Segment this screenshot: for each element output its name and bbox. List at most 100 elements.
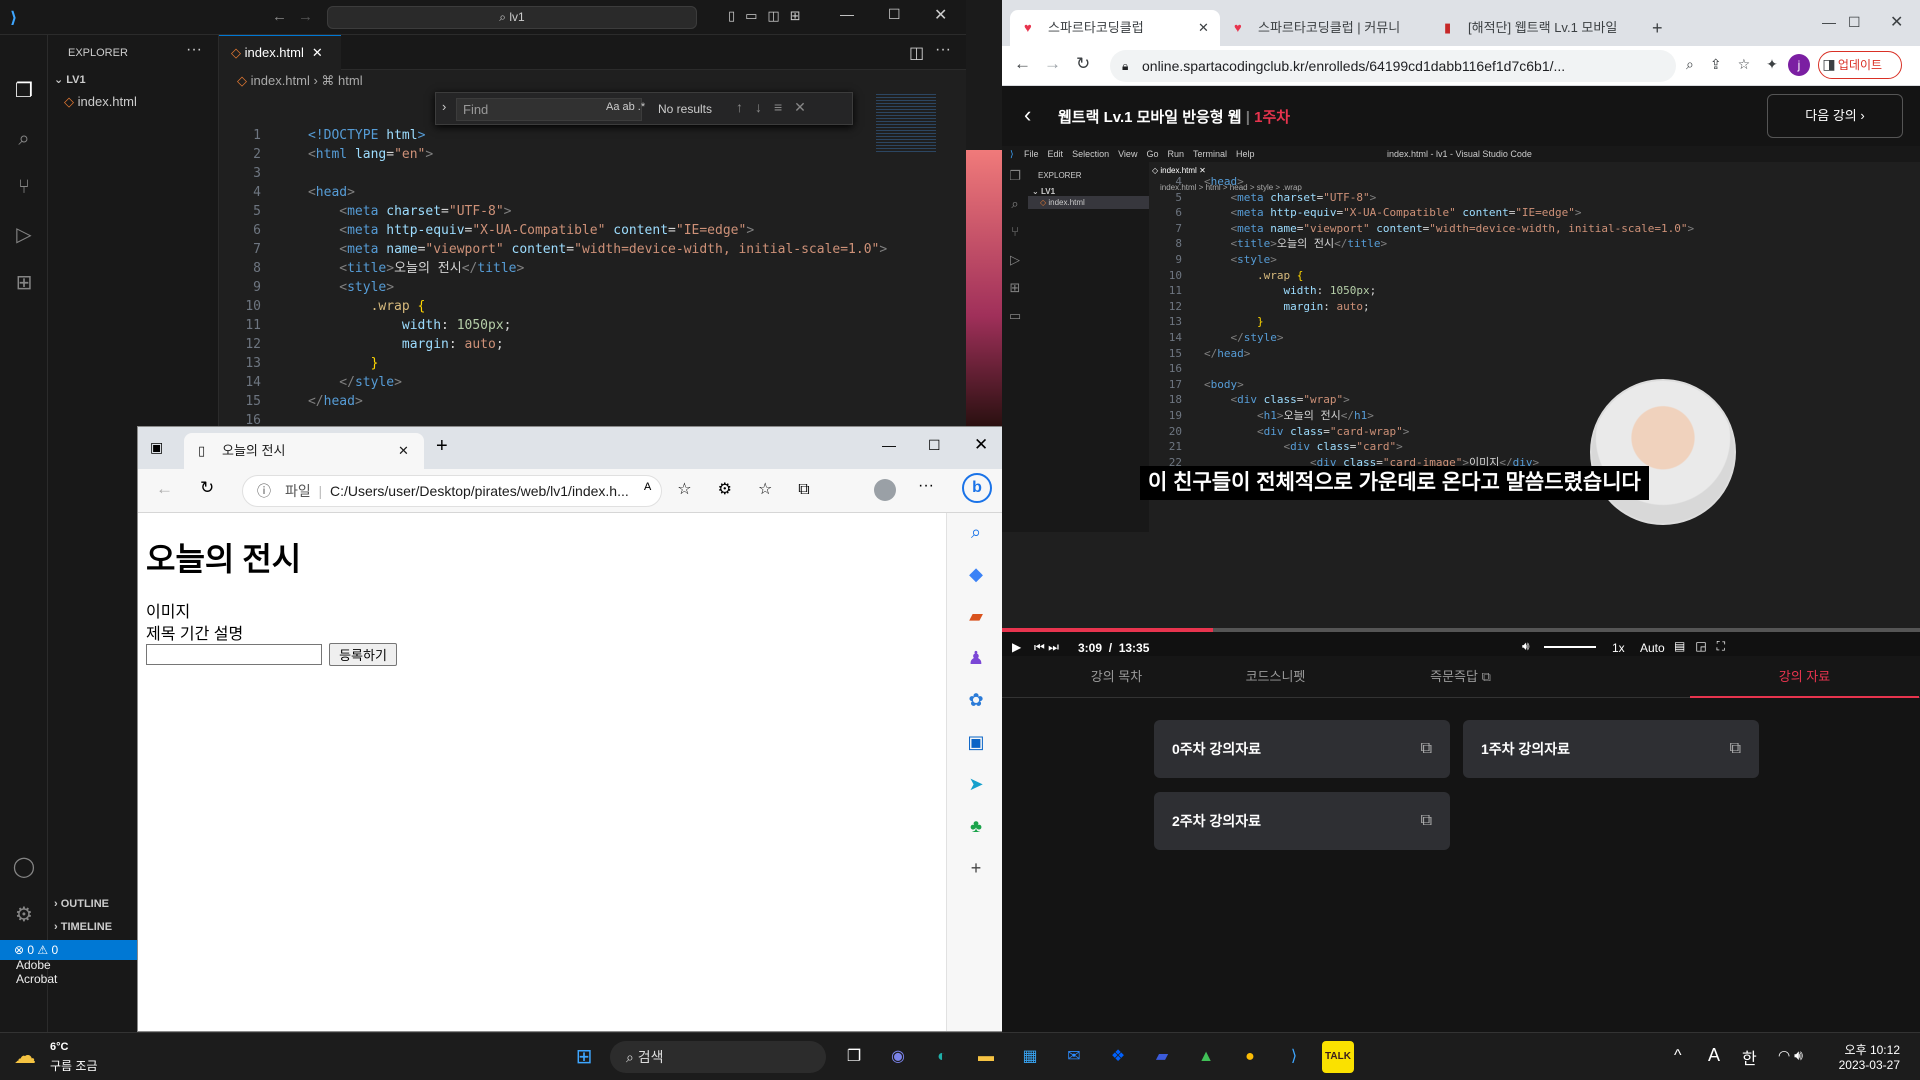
file-index-html[interactable]: ◇ index.html xyxy=(64,94,137,110)
code-line[interactable]: 10 .wrap { xyxy=(219,297,869,316)
outline-section[interactable]: › OUTLINE xyxy=(54,898,109,910)
volume-slider[interactable] xyxy=(1544,646,1596,648)
maximize-button[interactable]: ☐ xyxy=(888,6,901,23)
search-icon[interactable]: ⌕ xyxy=(965,521,987,543)
code-line[interactable]: 1 <!DOCTYPE html> xyxy=(219,126,869,145)
ime-hangul[interactable]: 한 xyxy=(1742,1045,1757,1069)
status-problems[interactable]: ⊗ 0 ⚠ 0 xyxy=(0,940,137,960)
code-editor[interactable]: 1 <!DOCTYPE html> 2 <html lang="en"> 3 4 <… xyxy=(219,126,887,430)
layout-icons[interactable]: ▯▭◫⊞ xyxy=(728,8,811,24)
profile-avatar[interactable]: j xyxy=(1788,54,1810,76)
code-line[interactable]: 7 <meta name="viewport" content="width=d… xyxy=(219,240,887,259)
back-arrow-icon[interactable]: ← xyxy=(1014,54,1031,74)
code-line[interactable]: 8 <title>오늘의 전시</title> xyxy=(219,259,869,278)
register-button[interactable]: 등록하기 xyxy=(329,643,397,666)
split-editor-icon[interactable]: ◫ xyxy=(909,43,924,63)
tab-today-exhibit[interactable]: ▯ 오늘의 전시 ✕ xyxy=(184,433,424,469)
close-tab-icon[interactable]: ✕ xyxy=(398,433,409,469)
games-icon[interactable]: ♟ xyxy=(965,647,987,669)
clock[interactable]: 오후 10:12 2023-03-27 xyxy=(1832,1041,1900,1072)
shopping-tag-icon[interactable]: ◆ xyxy=(965,563,987,585)
update-button[interactable]: 업데이트 xyxy=(1818,51,1902,79)
folder-icon[interactable]: ▬ xyxy=(970,1041,1002,1073)
outlook-icon[interactable]: ▣ xyxy=(965,731,987,753)
account-icon[interactable]: ◯ xyxy=(10,853,38,881)
code-line[interactable]: 11 width: 1050px; xyxy=(219,316,869,335)
find-nav-icons[interactable]: ↑↓≡✕ xyxy=(736,99,818,116)
video-player[interactable]: ⟩ File Edit Selection View Go Run Terminal Help… xyxy=(1002,146,1920,656)
dropbox-icon[interactable]: ❖ xyxy=(1102,1041,1134,1073)
chrome-icon[interactable]: ● xyxy=(1234,1041,1266,1073)
more-actions-icon[interactable]: ··· xyxy=(935,41,951,59)
more-actions-icon[interactable]: ··· xyxy=(186,41,202,59)
toolbox-icon[interactable]: ▰ xyxy=(965,605,987,627)
forward-arrow-icon[interactable]: → xyxy=(1044,54,1061,74)
player-icons[interactable]: ▤◲⛶ xyxy=(1674,639,1735,654)
tree-icon[interactable]: ♣ xyxy=(965,815,987,837)
extensions-icon[interactable]: ⊞ xyxy=(10,269,38,297)
close-tab-icon[interactable]: ✕ xyxy=(1198,10,1209,46)
tray-chevron-icon[interactable]: ^ xyxy=(1674,1047,1682,1065)
folder-lv1[interactable]: ⌄ LV1 xyxy=(54,73,86,86)
code-line[interactable]: 5 <meta charset="UTF-8"> xyxy=(219,202,869,221)
close-button[interactable]: ✕ xyxy=(1890,12,1903,32)
back-arrow-icon[interactable]: ← xyxy=(156,479,173,499)
new-tab-button[interactable]: + xyxy=(1652,18,1663,39)
material-week2[interactable]: 2주차 강의자료 ⧉ xyxy=(1154,792,1450,850)
close-button[interactable]: ✕ xyxy=(934,5,947,25)
maximize-button[interactable]: ☐ xyxy=(1848,14,1861,31)
task-view-icon[interactable]: ❐ xyxy=(838,1041,870,1073)
refresh-icon[interactable]: ↻ xyxy=(1076,54,1090,74)
command-center[interactable]: ⌕ lv1 xyxy=(327,6,697,29)
tab-sparta-1[interactable]: ♥ 스파르타코딩클럽 ✕ xyxy=(1010,10,1220,46)
office-icon[interactable]: ✿ xyxy=(965,689,987,711)
close-tab-icon[interactable]: ✕ xyxy=(312,45,323,60)
refresh-icon[interactable]: ↻ xyxy=(200,478,214,498)
tab-pirates-lecture[interactable]: ▮ [해적단] 웹트랙 Lv.1 모바일 xyxy=(1430,10,1640,46)
minimize-button[interactable]: — xyxy=(840,6,854,22)
forward-arrow-icon[interactable]: → xyxy=(298,8,313,25)
play-icon[interactable]: ▶ xyxy=(1012,640,1021,654)
tab-index-html[interactable]: ◇ index.html ✕ xyxy=(219,35,341,70)
code-line[interactable]: 15 </head> xyxy=(219,392,869,411)
store-icon[interactable]: ▦ xyxy=(1014,1041,1046,1073)
find-options[interactable]: Aa ab .* xyxy=(606,101,645,113)
code-line[interactable]: 3 xyxy=(219,164,869,183)
network-icon[interactable]: ◠ 🔊︎ xyxy=(1778,1047,1803,1064)
material-week0[interactable]: 0주차 강의자료 ⧉ xyxy=(1154,720,1450,778)
mail-icon[interactable]: ✉ xyxy=(1058,1041,1090,1073)
volume-icon[interactable]: 🔊︎ xyxy=(1522,639,1530,654)
toolbar-icons[interactable]: ᴬ☆⚙☆⧉ xyxy=(644,479,836,499)
text-input[interactable] xyxy=(146,644,322,665)
code-line[interactable]: 6 <meta http-equiv="X-UA-Compatible" con… xyxy=(219,221,869,240)
code-line[interactable]: 14 </style> xyxy=(219,373,869,392)
search-icon[interactable]: ⌕ xyxy=(10,125,38,153)
next-lecture-button[interactable]: 다음 강의 › xyxy=(1767,94,1903,138)
maximize-button[interactable]: ☐ xyxy=(928,437,941,454)
minimize-button[interactable]: — xyxy=(882,437,896,453)
search-box[interactable]: ⌕ 검색 xyxy=(610,1041,826,1073)
minimap[interactable] xyxy=(876,92,936,152)
minimize-button[interactable]: — xyxy=(1822,14,1836,30)
code-line[interactable]: 9 <style> xyxy=(219,278,869,297)
code-line[interactable]: 4 <head> xyxy=(219,183,869,202)
close-button[interactable]: ✕ xyxy=(974,435,988,455)
photos-icon[interactable]: ▲ xyxy=(1190,1041,1222,1073)
add-icon[interactable]: + xyxy=(965,857,987,879)
new-tab-button[interactable]: + xyxy=(436,435,448,458)
code-line[interactable]: 12 margin: auto; xyxy=(219,335,869,354)
run-debug-icon[interactable]: ▷ xyxy=(10,221,38,249)
start-button[interactable]: ⊞ xyxy=(568,1041,600,1073)
url-bar[interactable]: 🔒︎ online.spartacodingclub.kr/enrolleds/6… xyxy=(1110,50,1676,82)
kakaotalk-icon[interactable]: TALK xyxy=(1322,1041,1354,1073)
profile-avatar[interactable] xyxy=(874,479,896,501)
app-icon[interactable]: ▰ xyxy=(1146,1041,1178,1073)
more-actions-icon[interactable]: ··· xyxy=(918,477,934,495)
skip-icons[interactable]: ⏮ ⏭ xyxy=(1034,640,1059,655)
timeline-section[interactable]: › TIMELINE xyxy=(54,921,112,933)
bing-copilot-icon[interactable]: b xyxy=(962,473,992,503)
tab-sparta-community[interactable]: ♥ 스파르타코딩클럽 | 커뮤니 xyxy=(1220,10,1430,46)
chevron-right-icon[interactable]: › xyxy=(442,99,446,114)
tab-materials[interactable]: 강의 자료 xyxy=(1690,656,1919,698)
gear-icon[interactable]: ⚙ xyxy=(10,901,38,929)
